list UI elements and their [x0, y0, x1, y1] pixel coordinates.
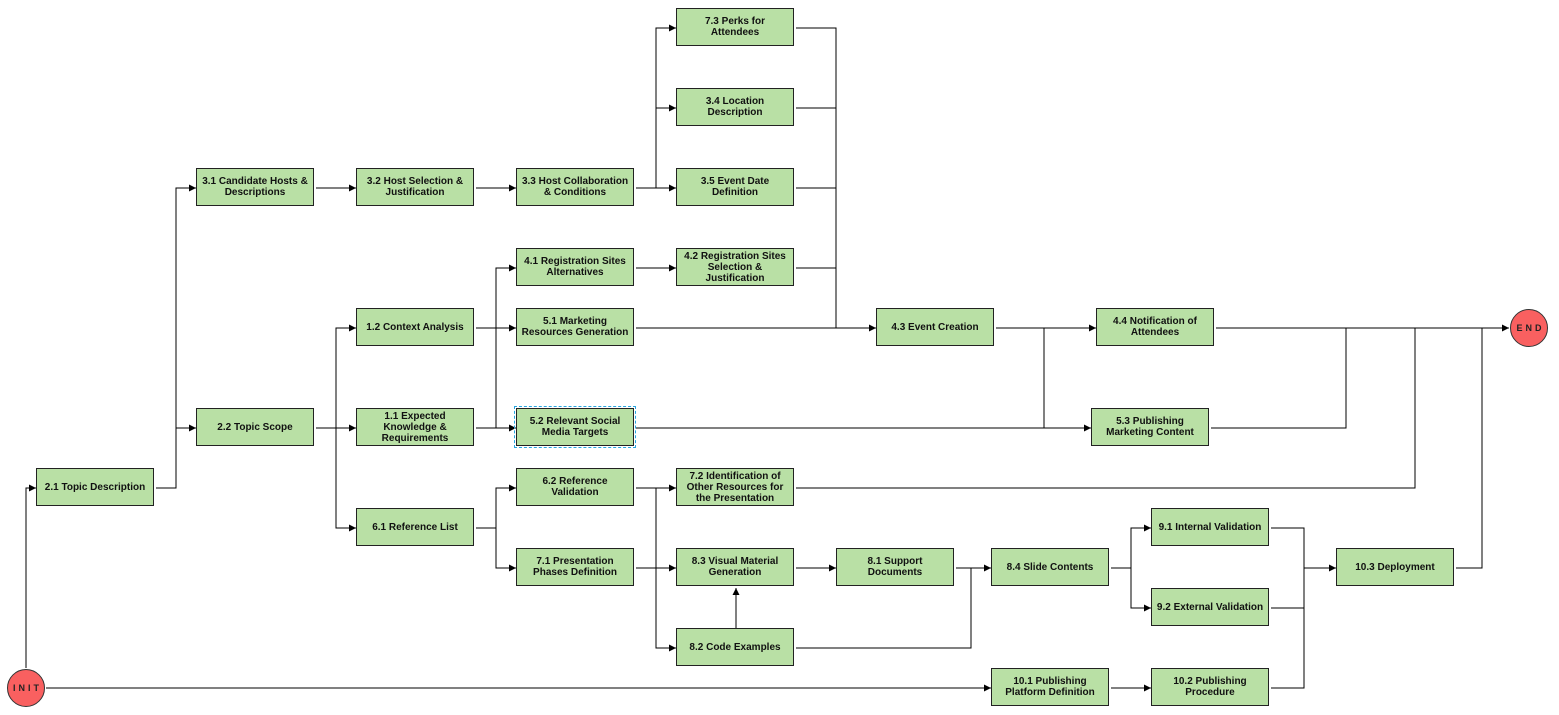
task-node-4-1[interactable]: 4.1 Registration Sites Alternatives — [516, 248, 634, 286]
task-node-10-2[interactable]: 10.2 Publishing Procedure — [1151, 668, 1269, 706]
task-node-8-4[interactable]: 8.4 Slide Contents — [991, 548, 1109, 586]
task-node-4-2[interactable]: 4.2 Registration Sites Selection & Justi… — [676, 248, 794, 286]
connector-arrow[interactable] — [25, 484, 36, 668]
task-node-7-2[interactable]: 7.2 Identification of Other Resources fo… — [676, 468, 794, 506]
end-terminal[interactable]: END — [1510, 309, 1548, 347]
connector-arrow[interactable] — [1456, 328, 1483, 569]
task-node-7-3[interactable]: 7.3 Perks for Attendees — [676, 8, 794, 46]
task-node-4-3[interactable]: 4.3 Event Creation — [876, 308, 994, 346]
connector-arrow[interactable] — [1211, 328, 1347, 429]
connector-arrow[interactable] — [495, 264, 516, 428]
task-node-1-2[interactable]: 1.2 Context Analysis — [356, 308, 474, 346]
task-node-6-2[interactable]: 6.2 Reference Validation — [516, 468, 634, 506]
task-node-5-3[interactable]: 5.3 Publishing Marketing Content — [1091, 408, 1209, 446]
task-node-8-1[interactable]: 8.1 Support Documents — [836, 548, 954, 586]
connector-arrow[interactable] — [316, 324, 356, 429]
task-node-9-1[interactable]: 9.1 Internal Validation — [1151, 508, 1269, 546]
task-node-10-1[interactable]: 10.1 Publishing Platform Definition — [991, 668, 1109, 706]
task-node-3-3[interactable]: 3.3 Host Collaboration & Conditions — [516, 168, 634, 206]
task-node-8-3[interactable]: 8.3 Visual Material Generation — [676, 548, 794, 586]
task-node-10-3[interactable]: 10.3 Deployment — [1336, 548, 1454, 586]
task-node-3-1[interactable]: 3.1 Candidate Hosts & Descriptions — [196, 168, 314, 206]
task-node-2-1[interactable]: 2.1 Topic Description — [36, 468, 154, 506]
task-node-4-4[interactable]: 4.4 Notification of Attendees — [1096, 308, 1214, 346]
connector-arrow[interactable] — [156, 184, 196, 489]
task-node-7-1[interactable]: 7.1 Presentation Phases Definition — [516, 548, 634, 586]
task-node-9-2[interactable]: 9.2 External Validation — [1151, 588, 1269, 626]
connector-arrow[interactable] — [1130, 568, 1151, 612]
task-node-1-1[interactable]: 1.1 Expected Knowledge & Requirements — [356, 408, 474, 446]
connector-arrow[interactable] — [335, 428, 356, 532]
task-node-5-1[interactable]: 5.1 Marketing Resources Generation — [516, 308, 634, 346]
task-node-5-2[interactable]: 5.2 Relevant Social Media Targets — [514, 406, 636, 448]
task-node-3-4[interactable]: 3.4 Location Description — [676, 88, 794, 126]
task-node-6-1[interactable]: 6.1 Reference List — [356, 508, 474, 546]
task-node-3-5[interactable]: 3.5 Event Date Definition — [676, 168, 794, 206]
task-node-8-2[interactable]: 8.2 Code Examples — [676, 628, 794, 666]
connector-arrow[interactable] — [495, 528, 516, 572]
task-node-2-2[interactable]: 2.2 Topic Scope — [196, 408, 314, 446]
connector-arrow[interactable] — [1111, 524, 1151, 569]
task-node-3-2[interactable]: 3.2 Host Selection & Justification — [356, 168, 474, 206]
process-diagram: INIT END 2.1 Topic Description 3.1 Candid… — [0, 0, 1559, 715]
init-terminal[interactable]: INIT — [7, 669, 45, 707]
connector-arrow[interactable] — [796, 27, 837, 328]
connector-arrow[interactable] — [476, 484, 516, 529]
